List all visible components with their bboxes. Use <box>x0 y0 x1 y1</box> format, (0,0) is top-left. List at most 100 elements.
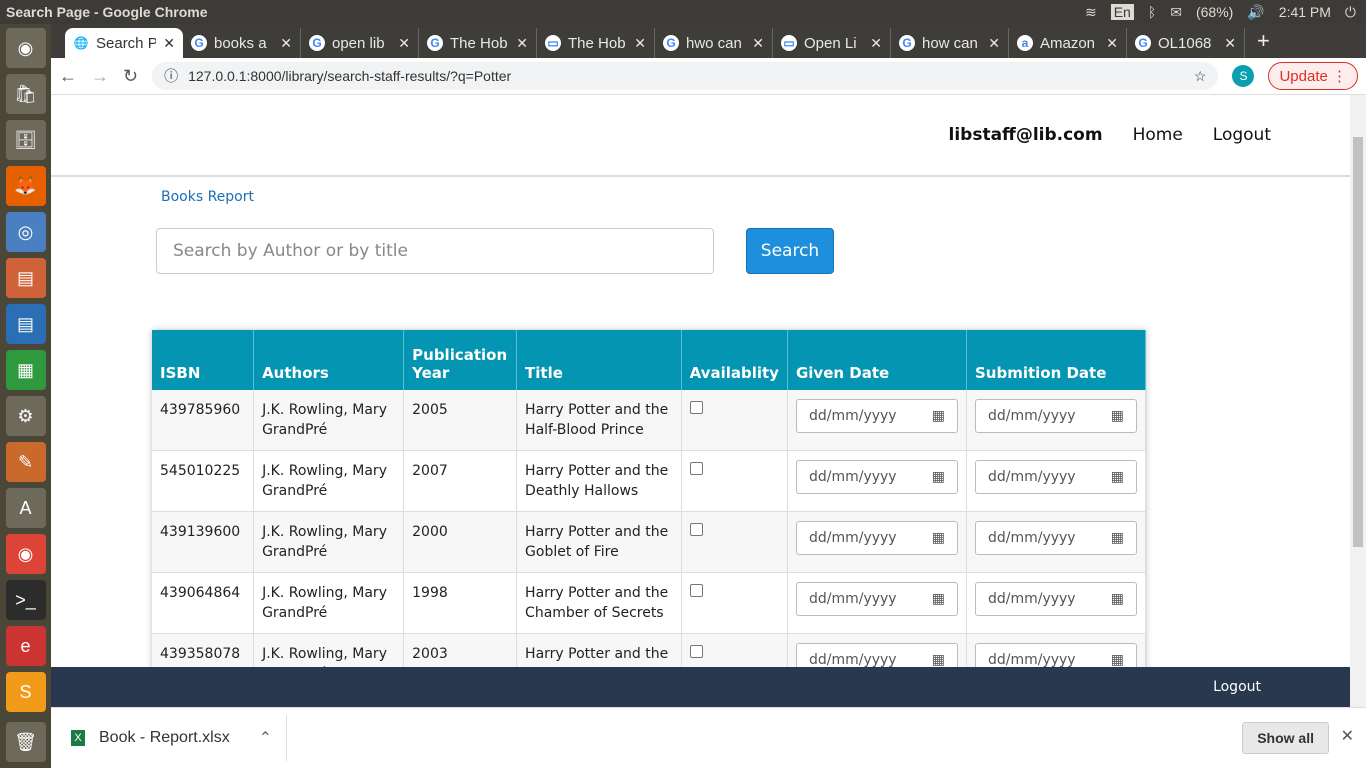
files-icon[interactable]: 🗄 <box>5 120 46 160</box>
availability-checkbox[interactable] <box>689 584 703 597</box>
given-date-input[interactable]: dd/mm/yyyy ▦ <box>795 399 958 433</box>
ubuntu-icon[interactable]: ◉ <box>5 28 46 68</box>
given-date-input[interactable]: dd/mm/yyyy ▦ <box>795 521 958 555</box>
page-content: libstaff@lib.com Home Logout Books Repor… <box>51 95 1350 707</box>
tab[interactable]: ▭ Open Li ✕ <box>773 28 891 58</box>
close-tab-icon[interactable]: ✕ <box>634 35 646 52</box>
tab[interactable]: ▭ The Hob ✕ <box>537 28 655 58</box>
reload-icon[interactable]: ↻ <box>123 66 138 87</box>
app-icon[interactable]: e <box>5 626 46 666</box>
user-email[interactable]: libstaff@lib.com <box>949 125 1103 145</box>
settings-icon[interactable]: ⚙ <box>5 396 46 436</box>
books-report-link[interactable]: Books Report <box>161 189 254 205</box>
google-icon: G <box>899 35 915 51</box>
close-tab-icon[interactable]: ✕ <box>1106 35 1118 52</box>
submission-date-input[interactable]: dd/mm/yyyy ▦ <box>974 582 1137 616</box>
forward-icon[interactable]: → <box>91 66 109 87</box>
calendar-icon[interactable]: ▦ <box>932 589 945 609</box>
availability-checkbox[interactable] <box>689 462 703 475</box>
download-filename[interactable]: Book - Report.xlsx <box>99 729 230 747</box>
trash-icon[interactable]: 🗑 <box>5 722 46 762</box>
mail-icon[interactable]: ✉ <box>1170 4 1182 21</box>
tab[interactable]: Gopen lib ✕ <box>301 28 419 58</box>
tab[interactable]: 🌐 Search Page ✕ <box>65 28 183 58</box>
calendar-icon[interactable]: ▦ <box>932 528 945 548</box>
calendar-icon[interactable]: ▦ <box>1111 467 1124 487</box>
availability-checkbox[interactable] <box>689 645 703 658</box>
given-date-cell: dd/mm/yyyy ▦ <box>787 450 967 512</box>
bookmark-star-icon[interactable]: ☆ <box>1194 68 1207 85</box>
date-placeholder: dd/mm/yyyy <box>808 530 897 546</box>
url-text[interactable]: 127.0.0.1:8000/library/search-staff-resu… <box>188 68 1184 84</box>
tab-label: books a <box>214 34 267 52</box>
close-tab-icon[interactable]: ✕ <box>398 35 410 52</box>
top-nav: libstaff@lib.com Home Logout <box>51 95 1350 177</box>
software-center-icon[interactable]: 🛍 <box>5 74 46 114</box>
power-icon[interactable]: ⏻ <box>1345 4 1356 21</box>
scrollbar-thumb[interactable] <box>1353 137 1363 547</box>
tab[interactable]: Gbooks a ✕ <box>183 28 301 58</box>
availability-checkbox[interactable] <box>689 523 703 536</box>
address-bar[interactable]: ⓘ 127.0.0.1:8000/library/search-staff-re… <box>152 62 1219 90</box>
close-tab-icon[interactable]: ✕ <box>752 35 764 52</box>
wifi-icon[interactable]: ≋ <box>1085 4 1097 21</box>
submission-date-input[interactable]: dd/mm/yyyy ▦ <box>974 460 1137 494</box>
search-button[interactable]: Search <box>746 228 834 274</box>
text-editor-icon[interactable]: ✎ <box>5 442 46 482</box>
nav-home[interactable]: Home <box>1133 125 1183 145</box>
chevron-up-icon[interactable]: ⌃ <box>259 728 272 748</box>
bluetooth-icon[interactable]: ᛒ <box>1148 4 1156 20</box>
impress-icon[interactable]: ▤ <box>5 258 46 298</box>
chromium-icon[interactable]: ◎ <box>5 212 46 252</box>
new-tab-button[interactable]: + <box>1245 28 1282 58</box>
tab[interactable]: a Amazon ✕ <box>1009 28 1127 58</box>
updater-icon[interactable]: A <box>5 488 46 528</box>
calendar-icon[interactable]: ▦ <box>1111 528 1124 548</box>
search-input[interactable]: Search by Author or by title <box>156 228 714 274</box>
clock[interactable]: 2:41 PM <box>1279 4 1331 20</box>
calc-icon[interactable]: ▦ <box>5 350 46 390</box>
close-tab-icon[interactable]: ✕ <box>516 35 528 52</box>
tab[interactable]: G The Hob ✕ <box>419 28 537 58</box>
close-tab-icon[interactable]: ✕ <box>988 35 1000 52</box>
calendar-icon[interactable]: ▦ <box>1111 589 1124 609</box>
writer-icon[interactable]: ▤ <box>5 304 46 344</box>
tab[interactable]: Ghwo can ✕ <box>655 28 773 58</box>
tab-label: how can <box>922 34 978 52</box>
footer: Logout <box>51 667 1350 707</box>
firefox-icon[interactable]: 🦊 <box>5 166 46 206</box>
scrollbar[interactable] <box>1350 95 1366 707</box>
calendar-icon[interactable]: ▦ <box>932 467 945 487</box>
update-button[interactable]: Update ⋮ <box>1268 62 1358 90</box>
info-icon[interactable]: ⓘ <box>164 66 178 86</box>
submission-date-input[interactable]: dd/mm/yyyy ▦ <box>974 399 1137 433</box>
tab[interactable]: Ghow can ✕ <box>891 28 1009 58</box>
given-date-input[interactable]: dd/mm/yyyy ▦ <box>795 582 958 616</box>
close-tab-icon[interactable]: ✕ <box>163 35 175 52</box>
volume-icon[interactable]: 🔊 <box>1247 4 1264 21</box>
submission-date-input[interactable]: dd/mm/yyyy ▦ <box>974 521 1137 555</box>
window-title: Search Page - Google Chrome <box>6 4 208 20</box>
chrome-icon[interactable]: ◉ <box>5 534 46 574</box>
calendar-icon[interactable]: ▦ <box>932 406 945 426</box>
profile-avatar[interactable]: S <box>1232 65 1255 87</box>
keyboard-lang[interactable]: En <box>1110 4 1134 20</box>
close-icon[interactable]: ✕ <box>1341 726 1354 746</box>
close-tab-icon[interactable]: ✕ <box>870 35 882 52</box>
tab-label: Amazon <box>1040 34 1096 52</box>
availability-checkbox[interactable] <box>689 401 703 414</box>
back-icon[interactable]: ← <box>59 66 77 87</box>
nav-logout[interactable]: Logout <box>1213 125 1271 145</box>
given-date-input[interactable]: dd/mm/yyyy ▦ <box>795 460 958 494</box>
close-tab-icon[interactable]: ✕ <box>280 35 292 52</box>
download-item[interactable]: X Book - Report.xlsx ⌃ <box>71 715 287 761</box>
show-all-button[interactable]: Show all <box>1242 722 1329 754</box>
year-cell: 2005 <box>403 390 518 451</box>
sublime-icon[interactable]: S <box>5 672 46 712</box>
battery-status[interactable]: (68%) <box>1196 4 1233 20</box>
calendar-icon[interactable]: ▦ <box>1111 406 1124 426</box>
terminal-icon[interactable]: >_ <box>5 580 46 620</box>
tab[interactable]: G OL1068 ✕ <box>1127 28 1245 58</box>
footer-logout[interactable]: Logout <box>1213 679 1261 695</box>
close-tab-icon[interactable]: ✕ <box>1224 35 1236 52</box>
